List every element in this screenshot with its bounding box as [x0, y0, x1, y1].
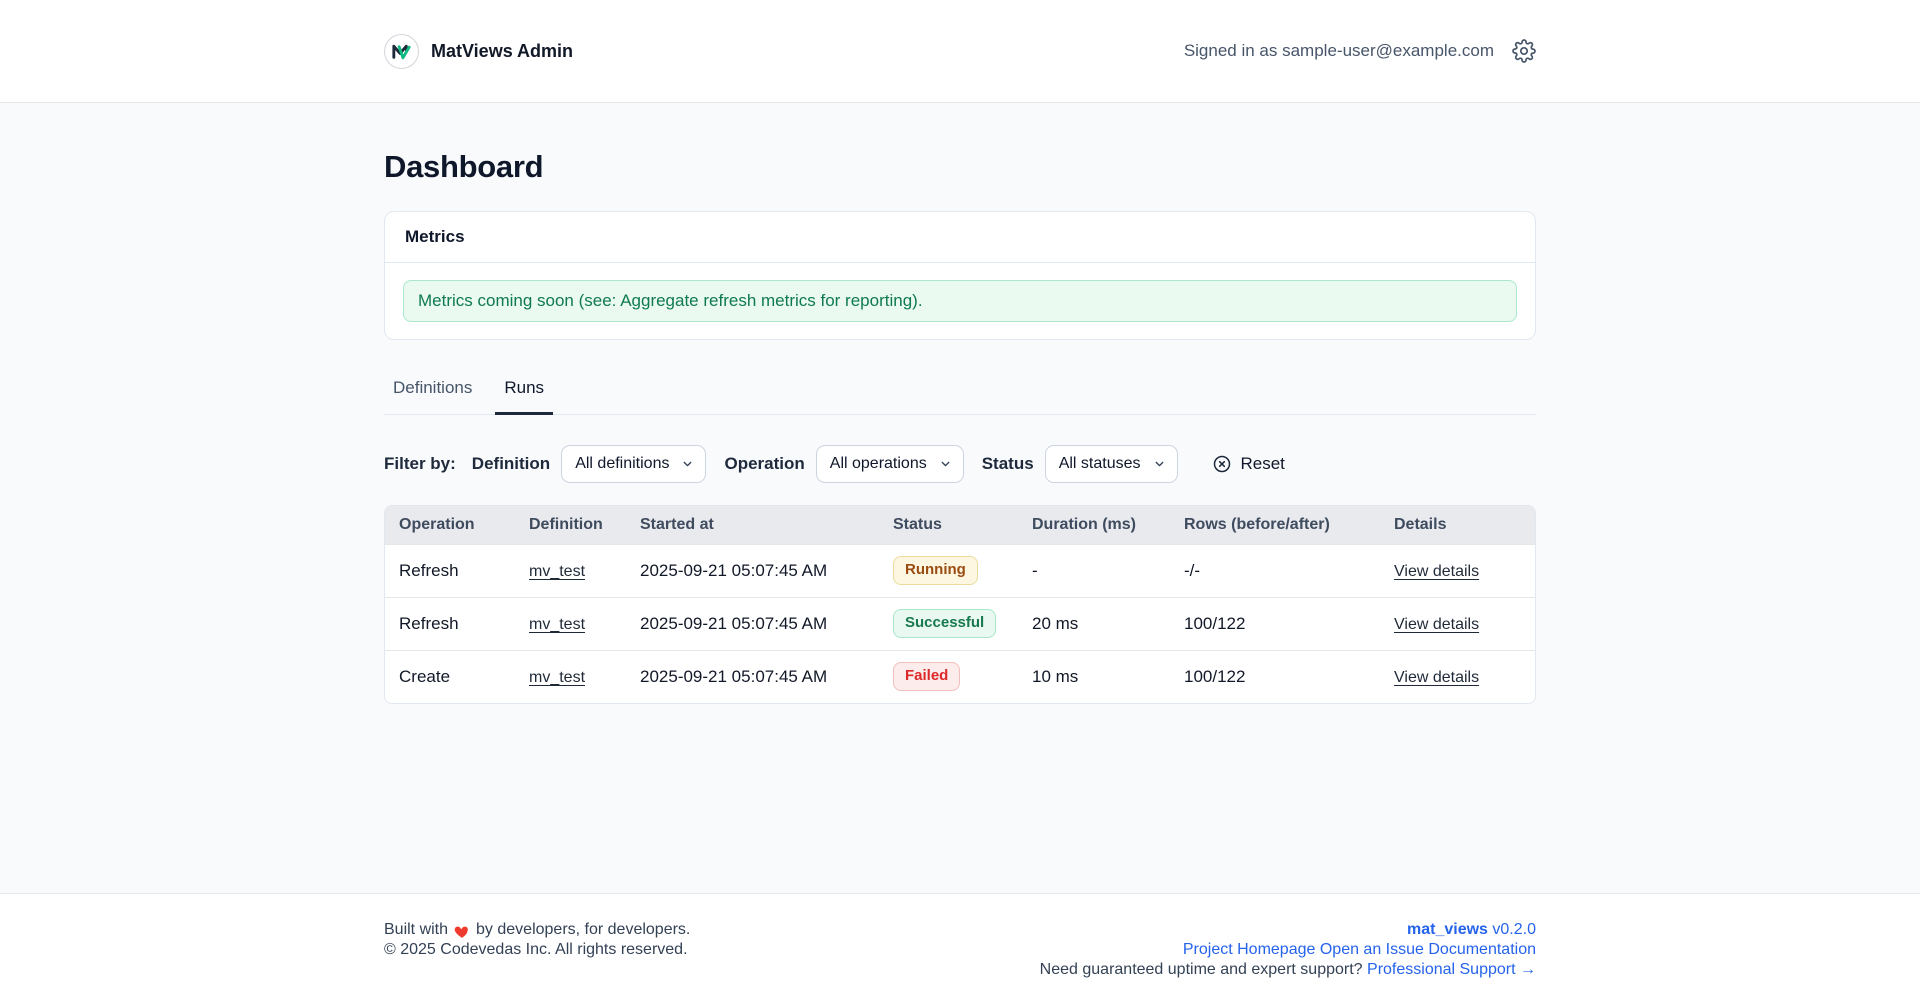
metrics-coming-soon-alert: Metrics coming soon (see: Aggregate refr…: [403, 280, 1517, 322]
col-operation: Operation: [385, 506, 515, 544]
app-title: MatViews Admin: [431, 41, 573, 62]
table-row: Create mv_test 2025-09-21 05:07:45 AM Fa…: [385, 650, 1536, 703]
operation-filter-select[interactable]: All operations: [816, 445, 964, 483]
main-content: Dashboard Metrics Metrics coming soon (s…: [0, 103, 1920, 893]
matviews-logo-icon: [384, 34, 419, 69]
reset-label: Reset: [1241, 454, 1285, 474]
runs-table: Operation Definition Started at Status D…: [384, 505, 1536, 704]
status-filter-label: Status: [982, 454, 1034, 474]
tab-definitions[interactable]: Definitions: [384, 374, 481, 415]
footer-left: Built with by developers, for developers…: [384, 920, 690, 960]
open-issue-link[interactable]: Open an Issue: [1320, 941, 1424, 958]
run-operation: Refresh: [385, 544, 515, 597]
documentation-link[interactable]: Documentation: [1428, 941, 1536, 958]
brand-home-link[interactable]: MatViews Admin: [384, 34, 573, 69]
status-badge: Running: [893, 556, 978, 585]
chevron-down-icon: [1153, 458, 1166, 471]
chevron-down-icon: [939, 458, 952, 471]
run-rows: 100/122: [1170, 650, 1380, 703]
run-operation: Create: [385, 650, 515, 703]
metrics-card-header: Metrics: [385, 212, 1535, 263]
project-name-link[interactable]: mat_views: [1407, 921, 1488, 938]
status-filter-value: All statuses: [1059, 455, 1141, 473]
filter-bar: Filter by: Definition All definitions Op…: [384, 445, 1536, 483]
col-definition: Definition: [515, 506, 626, 544]
run-started-at: 2025-09-21 05:07:45 AM: [626, 544, 879, 597]
run-rows: 100/122: [1170, 597, 1380, 650]
version-link[interactable]: v0.2.0: [1492, 921, 1536, 938]
copyright-text: © 2025 Codevedas Inc. All rights reserve…: [384, 940, 690, 960]
table-header-row: Operation Definition Started at Status D…: [385, 506, 1536, 544]
col-details: Details: [1380, 506, 1536, 544]
operation-filter-label: Operation: [724, 454, 804, 474]
settings-button[interactable]: [1512, 39, 1536, 63]
tab-runs[interactable]: Runs: [495, 374, 553, 415]
definition-link[interactable]: mv_test: [529, 616, 585, 633]
status-badge: Failed: [893, 662, 960, 691]
definition-filter-select[interactable]: All definitions: [561, 445, 706, 483]
app-footer: Built with by developers, for developers…: [0, 893, 1920, 995]
definition-link[interactable]: mv_test: [529, 669, 585, 686]
view-details-link[interactable]: View details: [1394, 616, 1479, 633]
metrics-card: Metrics Metrics coming soon (see: Aggreg…: [384, 211, 1536, 340]
project-homepage-link[interactable]: Project Homepage: [1183, 941, 1316, 958]
view-details-link[interactable]: View details: [1394, 563, 1479, 580]
definition-filter-value: All definitions: [575, 455, 669, 473]
view-details-link[interactable]: View details: [1394, 669, 1479, 686]
metrics-card-body: Metrics coming soon (see: Aggregate refr…: [385, 263, 1535, 339]
col-status: Status: [879, 506, 1018, 544]
metrics-card-title: Metrics: [405, 227, 465, 246]
run-rows: -/-: [1170, 544, 1380, 597]
professional-support-link[interactable]: Professional Support →: [1367, 961, 1536, 978]
table-row: Refresh mv_test 2025-09-21 05:07:45 AM S…: [385, 597, 1536, 650]
page-title: Dashboard: [384, 149, 1536, 185]
table-row: Refresh mv_test 2025-09-21 05:07:45 AM R…: [385, 544, 1536, 597]
col-duration: Duration (ms): [1018, 506, 1170, 544]
run-duration: -: [1018, 544, 1170, 597]
filter-by-label: Filter by:: [384, 454, 456, 474]
circle-x-icon: [1212, 454, 1232, 474]
run-operation: Refresh: [385, 597, 515, 650]
definition-link[interactable]: mv_test: [529, 563, 585, 580]
status-badge: Successful: [893, 609, 996, 638]
run-duration: 10 ms: [1018, 650, 1170, 703]
app-header: MatViews Admin Signed in as sample-user@…: [0, 0, 1920, 103]
signed-in-text: Signed in as sample-user@example.com: [1184, 41, 1494, 61]
run-started-at: 2025-09-21 05:07:45 AM: [626, 650, 879, 703]
built-with-suffix: by developers, for developers.: [476, 920, 690, 940]
gear-icon: [1512, 39, 1536, 63]
col-rows: Rows (before/after): [1170, 506, 1380, 544]
reset-filters-button[interactable]: Reset: [1212, 454, 1285, 474]
status-filter-select[interactable]: All statuses: [1045, 445, 1178, 483]
run-started-at: 2025-09-21 05:07:45 AM: [626, 597, 879, 650]
heart-icon: [453, 923, 471, 940]
run-duration: 20 ms: [1018, 597, 1170, 650]
tab-bar: Definitions Runs: [384, 374, 1536, 415]
definition-filter-label: Definition: [472, 454, 550, 474]
built-with-text: Built with: [384, 920, 448, 940]
footer-right: mat_views v0.2.0 Project Homepage Open a…: [1040, 920, 1536, 980]
support-text: Need guaranteed uptime and expert suppor…: [1040, 961, 1363, 978]
col-started-at: Started at: [626, 506, 879, 544]
chevron-down-icon: [681, 458, 694, 471]
operation-filter-value: All operations: [830, 455, 927, 473]
